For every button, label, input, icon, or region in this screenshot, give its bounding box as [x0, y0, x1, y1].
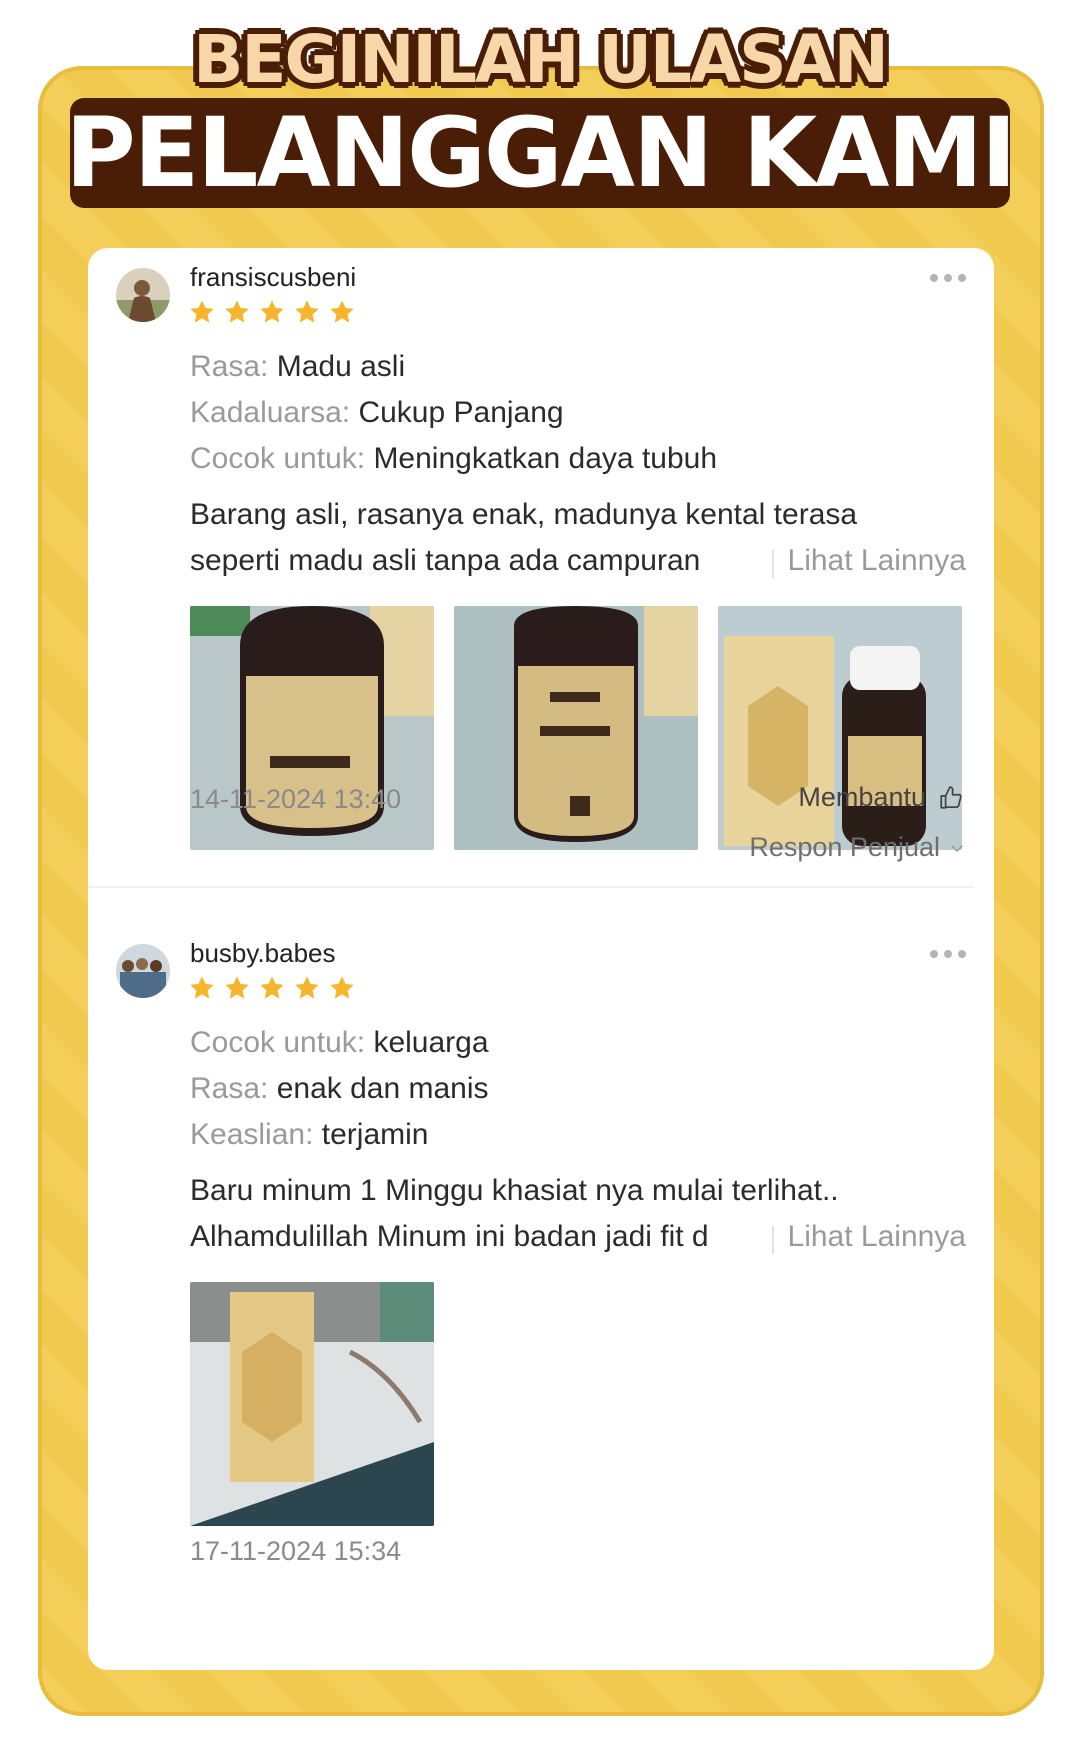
attribute-value: terjamin: [321, 1118, 429, 1151]
chevron-down-icon: [951, 844, 963, 852]
review-username[interactable]: busby.babes: [190, 938, 336, 969]
helpful-button[interactable]: Membantu: [798, 782, 964, 813]
see-more-link[interactable]: Lihat Lainnya: [771, 1220, 966, 1254]
attribute-key: Cocok untuk:: [190, 442, 366, 475]
review-date: 14-11-2024 13:40: [190, 784, 402, 814]
review-attribute: Rasa: Madu asli: [190, 350, 405, 384]
attribute-value: Meningkatkan daya tubuh: [373, 442, 718, 475]
review-attribute: Cocok untuk: keluarga: [190, 1026, 489, 1060]
star-icon: [260, 976, 284, 999]
review-text-line-2: seperti madu asli tanpa ada campuran: [190, 544, 701, 577]
attribute-value: Madu asli: [276, 350, 406, 383]
seller-response-toggle[interactable]: Respon Penjual: [749, 832, 966, 863]
review-attribute: Keaslian: terjamin: [190, 1118, 428, 1152]
review-text-line-2: Alhamdulillah Minum ini badan jadi fit d: [190, 1220, 709, 1253]
attribute-value: enak dan manis: [276, 1072, 489, 1105]
attribute-key: Cocok untuk:: [190, 1026, 366, 1059]
attribute-key: Rasa:: [190, 350, 269, 383]
star-icon: [225, 976, 249, 999]
star-icon: [190, 976, 214, 999]
review-divider: [88, 886, 974, 888]
attribute-key: Rasa:: [190, 1072, 269, 1105]
review-photo[interactable]: [190, 1282, 434, 1526]
review-attribute: Kadaluarsa: Cukup Panjang: [190, 396, 564, 430]
review-attribute: Cocok untuk: Meningkatkan daya tubuh: [190, 442, 717, 476]
attribute-key: Keaslian:: [190, 1118, 314, 1151]
avatar[interactable]: [116, 268, 170, 322]
review-photos: [190, 1282, 434, 1526]
seller-response-label: Respon Penjual: [749, 832, 940, 862]
star-icon: [330, 976, 354, 999]
attribute-value: keluarga: [373, 1026, 489, 1059]
reviews-card: fransiscusbeni Rasa: Madu asli Kadaluars…: [88, 248, 994, 1670]
thumbs-up-icon: [940, 785, 962, 809]
star-icon: [295, 300, 319, 323]
more-options-icon[interactable]: [930, 950, 966, 958]
more-options-icon[interactable]: [930, 274, 966, 282]
review-photo[interactable]: [454, 606, 698, 850]
attribute-key: Kadaluarsa:: [190, 396, 351, 429]
star-icon: [225, 300, 249, 323]
review-text-line-1: Baru minum 1 Minggu khasiat nya mulai te…: [190, 1174, 839, 1207]
banner-line-2: PELANGGAN KAMI: [65, 97, 1016, 209]
review-username[interactable]: fransiscusbeni: [190, 262, 356, 293]
star-rating: [188, 298, 356, 326]
attribute-value: Cukup Panjang: [358, 396, 564, 429]
helpful-label: Membantu: [798, 782, 926, 812]
star-icon: [190, 300, 214, 323]
see-more-link[interactable]: Lihat Lainnya: [771, 544, 966, 578]
star-icon: [295, 976, 319, 999]
review-photo[interactable]: [718, 606, 962, 850]
star-icon: [260, 300, 284, 323]
review-date: 17-11-2024 15:34: [190, 1536, 402, 1566]
review-attribute: Rasa: enak dan manis: [190, 1072, 489, 1106]
avatar[interactable]: [116, 944, 170, 998]
star-icon: [330, 300, 354, 323]
banner-line-1: BEGINILAH ULASAN: [193, 21, 889, 98]
review-text-line-1: Barang asli, rasanya enak, madunya kenta…: [190, 498, 858, 531]
star-rating: [188, 974, 356, 1002]
